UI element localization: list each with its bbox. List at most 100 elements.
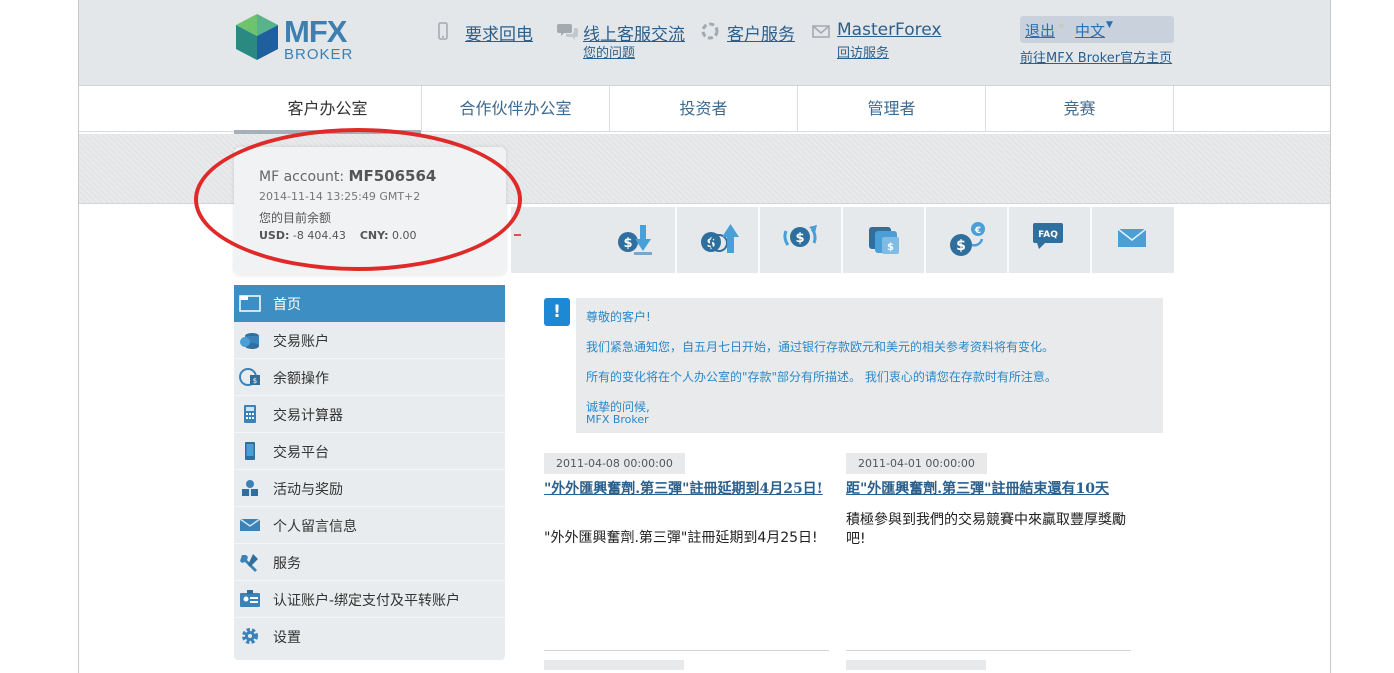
- sidebar-item-label: 个人留言信息: [273, 519, 357, 535]
- sidebar-item-label: 交易账户: [273, 334, 329, 350]
- tab-contests[interactable]: 竞赛: [986, 86, 1174, 132]
- news-next-date-stub: [846, 660, 986, 670]
- mail-icon: [1117, 228, 1147, 247]
- home-folder-icon: [239, 295, 261, 312]
- exchange-icon: $ €: [950, 222, 985, 256]
- phone-icon: [438, 22, 448, 40]
- news-body: "外外匯興奮劑.第三彈"註冊延期到4月25日!: [544, 530, 818, 546]
- withdraw-tool[interactable]: $: [677, 207, 760, 273]
- lifebuoy-icon: [701, 22, 719, 40]
- sidebar-item-home[interactable]: 首页: [234, 285, 505, 322]
- mail-icon: [812, 25, 830, 38]
- notice-signature: MFX Broker: [586, 413, 649, 426]
- chevron-down-icon[interactable]: ▼: [1106, 20, 1113, 30]
- header: MFX BROKER 要求回电 线上客服交流 您的问题 客户服务 MasterF…: [79, 0, 1330, 86]
- news-title-link[interactable]: 距"外匯興奮劑.第三彈"註冊結束還有10天: [846, 480, 1131, 498]
- news-item: 2011-04-08 00:00:00 "外外匯興奮劑.第三彈"註冊延期到4月2…: [544, 453, 829, 673]
- exchange-tool[interactable]: $ €: [926, 207, 1009, 273]
- wallet-tool[interactable]: $: [843, 207, 926, 273]
- balance-icon: $: [239, 368, 260, 386]
- mfx-logo[interactable]: MFX BROKER: [234, 12, 374, 64]
- sidebar-item-services[interactable]: 服务: [234, 544, 505, 581]
- page-frame: MFX BROKER 要求回电 线上客服交流 您的问题 客户服务 MasterF…: [78, 0, 1331, 673]
- sidebar-item-label: 活动与奖励: [273, 482, 343, 498]
- news-next-date-stub: [544, 660, 684, 670]
- news-body: 積極參與到我們的交易競賽中來贏取豐厚獎勵吧!: [846, 512, 1126, 547]
- sidebar-item-balance-operations[interactable]: $ 余额操作: [234, 359, 505, 396]
- sidebar-item-trading-platform[interactable]: 交易平台: [234, 433, 505, 470]
- notice-line2: 所有的变化将在个人办公室的"存款"部分有所描述。 我们衷心的请您在存款时有所注意…: [586, 370, 1057, 384]
- faq-icon: FAQ: [1033, 223, 1063, 249]
- notice-greeting: 尊敬的客户!: [586, 310, 651, 324]
- tab-client-office[interactable]: 客户办公室: [234, 86, 422, 134]
- news-item: 2011-04-01 00:00:00 距"外匯興奮劑.第三彈"註冊結束還有10…: [846, 453, 1131, 673]
- svg-text:$: $: [795, 231, 804, 246]
- faq-tool[interactable]: FAQ: [1009, 207, 1092, 273]
- logout-link[interactable]: 退出: [1025, 20, 1055, 41]
- sidebar-item-label: 交易计算器: [273, 408, 343, 424]
- wrench-icon: [240, 554, 258, 572]
- transfer-icon: $: [783, 225, 817, 247]
- customer-service-link[interactable]: 客户服务: [727, 20, 795, 45]
- sidebar-item-settings[interactable]: 设置: [234, 618, 505, 655]
- notice-line1: 我们紧急通知您，自五月七日开始，通过银行存款欧元和美元的相关参考资料将有变化。: [586, 340, 1055, 354]
- language-box: 退出 ◦ 中文 ▼: [1020, 16, 1174, 43]
- sidebar-item-label: 交易平台: [273, 445, 329, 461]
- logo-broker-text: BROKER: [284, 46, 354, 63]
- svg-text:€: €: [974, 226, 981, 236]
- deposit-icon: $: [618, 225, 652, 255]
- notice-box: ! 尊敬的客户! 我们紧急通知您，自五月七日开始，通过银行存款欧元和美元的相关参…: [544, 298, 1163, 433]
- id-card-icon: [240, 590, 260, 607]
- sidebar-item-rewards[interactable]: 活动与奖励: [234, 470, 505, 507]
- sidebar-item-label: 服务: [273, 556, 301, 572]
- sidebar-item-verification[interactable]: 认证账户-绑定支付及平转账户: [234, 581, 505, 618]
- logo-mfx-text: MFX: [284, 14, 347, 49]
- news-divider: [846, 650, 1131, 651]
- tab-partner-office[interactable]: 合作伙伴办公室: [422, 86, 610, 132]
- cube-logo-icon: [236, 14, 278, 60]
- chat-bubbles-icon: [557, 24, 578, 40]
- language-select[interactable]: 中文: [1075, 20, 1105, 41]
- masterforex-link[interactable]: MasterForex: [837, 20, 941, 40]
- action-toolbar: $ $ $ $ $ € FAQ: [511, 207, 1174, 273]
- news-title-link[interactable]: "外外匯興奮劑.第三彈"註冊延期到4月25日!: [544, 480, 829, 498]
- sidebar-item-label: 余额操作: [273, 371, 329, 387]
- reward-icon: [242, 480, 258, 496]
- svg-text:$: $: [623, 236, 632, 251]
- red-dash-mark: [514, 234, 521, 236]
- svg-text:$: $: [956, 238, 966, 254]
- gear-icon: [242, 628, 258, 644]
- platform-icon: [245, 442, 255, 460]
- deposit-tool[interactable]: $: [594, 207, 677, 273]
- withdraw-icon: $: [701, 224, 739, 253]
- chat-sub-link[interactable]: 您的问题: [583, 42, 635, 61]
- news-divider: [544, 650, 829, 651]
- news-date: 2011-04-01 00:00:00: [846, 453, 987, 474]
- logout-separator-icon: ◦: [1058, 19, 1066, 33]
- tab-investors[interactable]: 投资者: [610, 86, 798, 132]
- message-tool[interactable]: [1092, 207, 1175, 273]
- sidebar-item-messages[interactable]: 个人留言信息: [234, 507, 505, 544]
- svg-text:FAQ: FAQ: [1038, 230, 1058, 240]
- sidebar: 首页 交易账户 $ 余额操作 交易计算器 交易平台 活动与奖励 个人留言信息 服: [234, 285, 505, 660]
- svg-text:$: $: [887, 242, 894, 253]
- tab-managers[interactable]: 管理者: [798, 86, 986, 132]
- sidebar-item-calculator[interactable]: 交易计算器: [234, 396, 505, 433]
- svg-text:$: $: [253, 377, 257, 385]
- sidebar-item-label: 设置: [273, 630, 301, 646]
- sidebar-item-label: 认证账户-绑定支付及平转账户: [273, 593, 461, 609]
- coins-icon: [240, 333, 259, 349]
- highlight-ellipse: [194, 128, 522, 271]
- sidebar-item-trading-accounts[interactable]: 交易账户: [234, 322, 505, 359]
- callback-link[interactable]: 要求回电: [465, 20, 533, 45]
- masterforex-sub-link[interactable]: 回访服务: [837, 42, 889, 61]
- wallet-icon: $: [869, 227, 899, 254]
- main-nav: 客户办公室 合作伙伴办公室 投资者 管理者 竞赛: [79, 86, 1330, 134]
- alert-icon: !: [544, 298, 570, 326]
- envelope-icon: [239, 518, 261, 531]
- official-site-link[interactable]: 前往MFX Broker官方主页: [1020, 47, 1172, 66]
- news-date: 2011-04-08 00:00:00: [544, 453, 685, 474]
- calculator-icon: [244, 405, 256, 423]
- sidebar-item-label: 首页: [273, 297, 301, 313]
- transfer-tool[interactable]: $: [760, 207, 843, 273]
